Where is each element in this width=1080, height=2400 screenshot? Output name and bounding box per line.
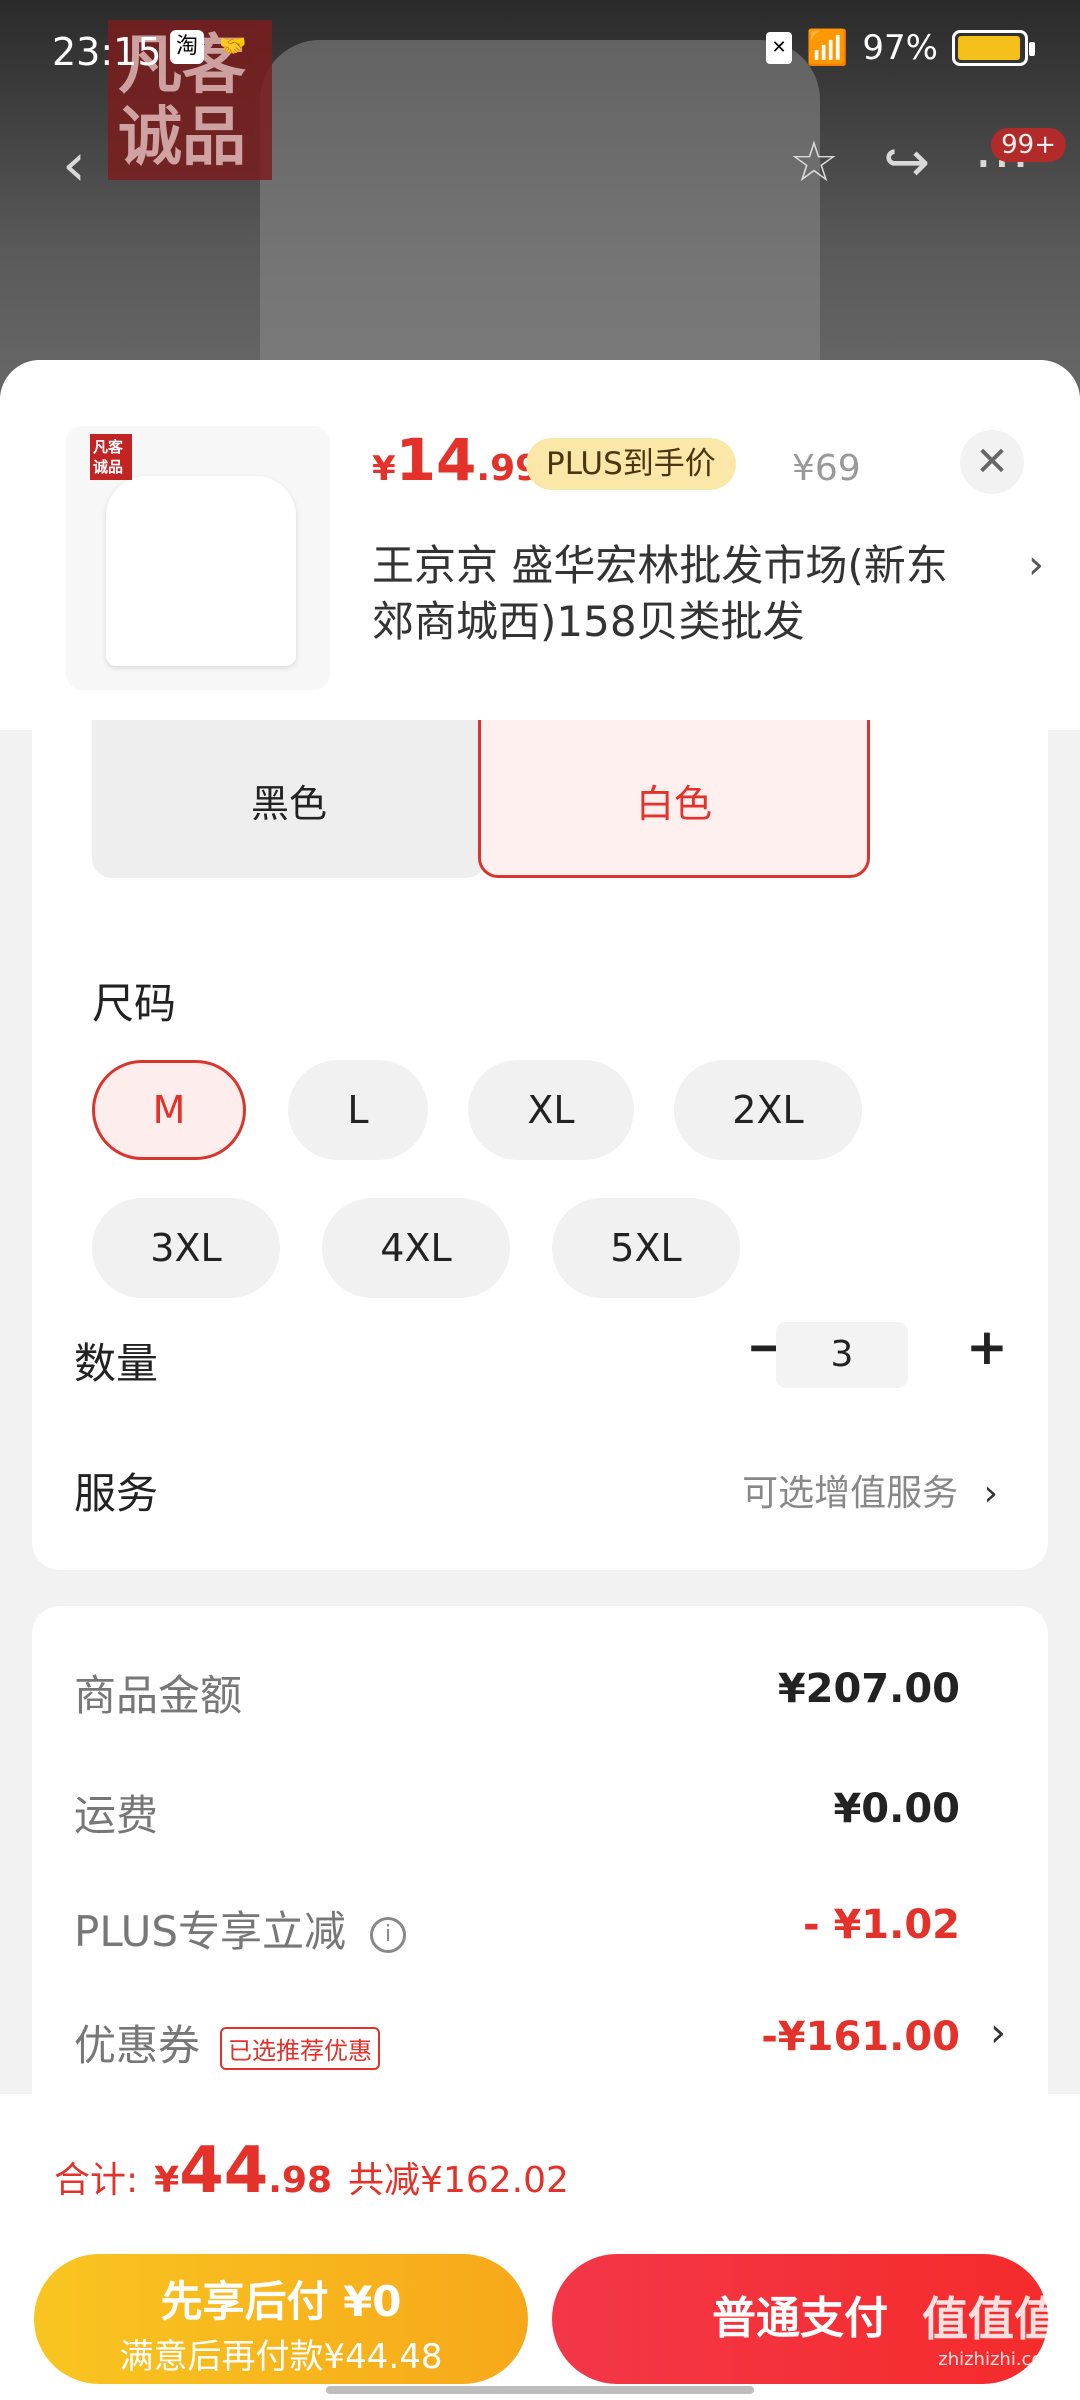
size-option-l[interactable]: L (288, 1060, 428, 1160)
message-count-badge: 99+ (991, 128, 1066, 162)
size-option-5xl[interactable]: 5XL (552, 1198, 740, 1298)
original-price: ¥69 (792, 448, 861, 489)
thumbnail-brand-logo: 凡客诚品 (90, 434, 132, 480)
price-currency: ¥ (372, 449, 396, 489)
battery-icon (952, 30, 1035, 66)
status-right-group: ✕ 📶 97% (766, 28, 1035, 68)
coupon-value[interactable]: -¥161.00 (761, 2014, 960, 2060)
service-option[interactable]: 可选增值服务 › (742, 1464, 998, 1516)
size-option-3xl[interactable]: 3XL (92, 1198, 280, 1298)
shipping-value: ¥0.00 (833, 1786, 960, 1832)
checkout-bottom-bar: 合计: ¥ 44 .98 共减¥162.02 先享后付 ¥0 满意后再付款¥44… (0, 2094, 1080, 2400)
shipping-label: 运费 (74, 1791, 159, 1840)
info-icon[interactable]: i (370, 1916, 407, 1953)
pay-later-subtitle: 满意后再付款¥44.48 (119, 2337, 443, 2377)
plus-discount-label: PLUS专享立减 (74, 1907, 347, 1956)
battery-level-fill (958, 36, 1021, 60)
coupon-row[interactable]: 优惠券 已选推荐优惠 (74, 2012, 381, 2073)
plus-discount-value: - ¥1.02 (802, 1902, 960, 1948)
coupon-label: 优惠券 (74, 2021, 201, 2070)
thumbnail-shirt-image (106, 476, 296, 666)
options-card: 黑色 白色 尺码 M L XL 2XL 3XL 4XL 5XL 数量 服务 可选… (32, 720, 1048, 1570)
status-bar: 23:15 淘 🤝 ✕ 📶 97% (0, 0, 1080, 100)
quantity-increase-button[interactable]: + (966, 1318, 1008, 1376)
total-decimal: .98 (268, 2160, 333, 2201)
sale-price: ¥ 14 .99 (372, 426, 540, 494)
size-option-4xl[interactable]: 4XL (322, 1198, 510, 1298)
battery-percent: 97% (862, 28, 938, 68)
price-integer: 14 (395, 426, 477, 494)
total-currency: ¥ (154, 2160, 180, 2201)
size-option-xl[interactable]: XL (468, 1060, 634, 1160)
size-option-m[interactable]: M (92, 1060, 246, 1160)
pay-later-title: 先享后付 ¥0 (160, 2277, 402, 2326)
total-saving: 共减¥162.02 (348, 2160, 569, 2201)
service-option-text: 可选增值服务 (742, 1473, 959, 1514)
color-option-black[interactable]: 黑色 (92, 720, 486, 878)
size-option-2xl[interactable]: 2XL (674, 1060, 862, 1160)
chevron-right-icon[interactable]: › (990, 2010, 1006, 2056)
share-icon[interactable]: ↪ (883, 130, 930, 195)
goods-amount-value: ¥207.00 (777, 1666, 960, 1712)
status-time: 23:15 (52, 30, 162, 74)
total-label: 合计: (54, 2160, 139, 2201)
watermark-logo: 值值值 zhizhizhi.com (922, 2292, 1060, 2370)
taobao-notification-icon: 淘 (170, 30, 204, 64)
back-arrow-icon[interactable]: ‹ (62, 130, 86, 200)
handshake-notification-icon: 🤝 (219, 34, 247, 59)
favorite-star-icon[interactable]: ☆ (789, 130, 839, 195)
size-section-title: 尺码 (92, 979, 177, 1028)
color-option-white[interactable]: 白色 (478, 720, 870, 878)
pay-later-button[interactable]: 先享后付 ¥0 满意后再付款¥44.48 (34, 2254, 528, 2384)
goods-amount-label: 商品金额 (74, 1671, 243, 1720)
product-thumbnail[interactable]: 凡客诚品 (66, 426, 330, 690)
service-label: 服务 (74, 1469, 159, 1518)
no-sim-icon: ✕ (766, 32, 793, 64)
product-top-nav: ‹ ☆ ↪ ⋯ 99+ (0, 128, 1080, 210)
quantity-label: 数量 (74, 1339, 159, 1388)
total-integer: 44 (179, 2134, 269, 2208)
shop-address[interactable]: 王京京 盛华宏林批发市场(新东郊商城西)158贝类批发 (372, 538, 982, 650)
quantity-input[interactable]: 3 (776, 1322, 908, 1388)
order-summary-card: 商品金额 ¥207.00 运费 ¥0.00 PLUS专享立减 i - ¥1.02 … (32, 1606, 1048, 2126)
wifi-icon: 📶 (806, 28, 849, 68)
coupon-recommended-tag: 已选推荐优惠 (220, 2027, 381, 2070)
plus-discount-row: PLUS专享立减 i (74, 1898, 407, 1959)
plus-price-badge: PLUS到手价 (526, 438, 736, 490)
total-row: 合计: ¥ 44 .98 共减¥162.02 (54, 2134, 569, 2208)
chevron-right-icon: › (983, 1473, 998, 1514)
close-button[interactable]: ✕ (960, 430, 1024, 494)
home-indicator[interactable] (326, 2386, 754, 2394)
chevron-right-icon[interactable]: › (1028, 542, 1044, 588)
sheet-header: 凡客诚品 ¥ 14 .99 PLUS到手价 ¥69 ✕ 王京京 盛华宏林批发市场… (0, 360, 1080, 730)
